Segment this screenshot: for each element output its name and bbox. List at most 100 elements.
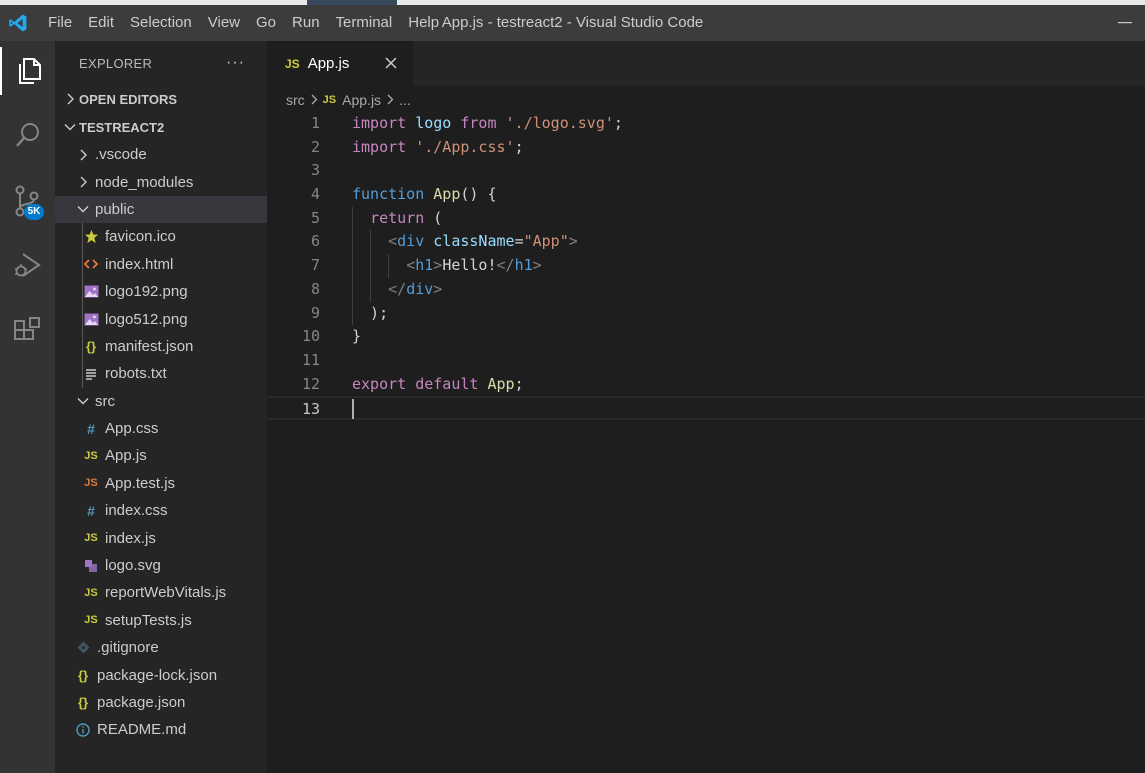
activity-search[interactable] — [0, 111, 55, 159]
info-icon — [73, 723, 93, 737]
explorer-title: EXPLORER — [79, 55, 153, 71]
activity-run-debug[interactable] — [0, 241, 55, 289]
more-actions-button[interactable]: ··· — [226, 54, 245, 72]
tree-file[interactable]: favicon.ico — [55, 223, 267, 250]
open-editors-label: OPEN EDITORS — [79, 91, 178, 107]
tree-file[interactable]: README.md — [55, 716, 267, 743]
open-editors-section[interactable]: OPEN EDITORS — [55, 85, 267, 113]
explorer-sidebar: EXPLORER ··· OPEN EDITORS TESTREACT2 .vs… — [55, 41, 267, 773]
tree-folder[interactable]: node_modules — [55, 168, 267, 195]
image-icon — [81, 313, 101, 326]
tab-label: App.js — [307, 55, 350, 72]
code-line[interactable]: 5 return ( — [267, 206, 1145, 231]
chevron-right-icon — [73, 149, 93, 161]
tree-folder[interactable]: public — [55, 195, 267, 224]
breadcrumb-folder[interactable]: src — [286, 92, 305, 108]
tab-close-button[interactable] — [381, 53, 401, 73]
menu-file[interactable]: File — [40, 5, 80, 41]
menu-view[interactable]: View — [200, 5, 248, 41]
tree-file[interactable]: robots.txt — [55, 360, 267, 387]
code-line[interactable]: 11 — [267, 349, 1145, 373]
html-icon — [81, 258, 101, 270]
line-number: 13 — [301, 400, 320, 419]
code-line[interactable]: 2 import './App.css'; — [267, 136, 1145, 160]
chevron-right-icon — [73, 176, 93, 188]
tree-item-label: App.test.js — [105, 474, 176, 492]
tree-file[interactable]: JS reportWebVitals.js — [55, 579, 267, 606]
tree-file[interactable]: index.html — [55, 251, 267, 278]
star-icon — [81, 229, 101, 244]
activity-extensions[interactable] — [0, 307, 55, 355]
code-line[interactable]: 9 ); — [267, 301, 1145, 326]
menu-run[interactable]: Run — [284, 5, 328, 41]
indent-guide — [352, 206, 353, 231]
close-icon — [385, 57, 397, 69]
code-token: logo — [415, 114, 452, 132]
tree-file[interactable]: JS setupTests.js — [55, 607, 267, 634]
code-line[interactable]: 13 — [267, 396, 1145, 420]
code-line[interactable]: 8 </div> — [267, 277, 1145, 302]
code-token: > — [532, 256, 542, 275]
editor-tab-app-js[interactable]: JS App.js — [267, 41, 413, 86]
line-number: 7 — [310, 256, 320, 275]
tree-item-label: logo.svg — [105, 557, 161, 575]
tree-file[interactable]: logo192.png — [55, 278, 267, 305]
code-token: } — [352, 327, 362, 346]
code-line[interactable]: 1 import logo from './logo.svg'; — [267, 112, 1145, 136]
project-section[interactable]: TESTREACT2 — [55, 113, 267, 141]
menu-terminal[interactable]: Terminal — [328, 5, 401, 41]
code-token: h1 — [415, 256, 434, 275]
menu-selection[interactable]: Selection — [122, 5, 200, 41]
tree-item-label: .gitignore — [97, 639, 159, 657]
minimize-button[interactable] — [1113, 5, 1137, 41]
code-line[interactable]: 3 — [267, 159, 1145, 183]
code-line[interactable]: 12 export default App; — [267, 373, 1145, 397]
code-line[interactable]: 10} — [267, 325, 1145, 349]
tree-folder[interactable]: src — [55, 388, 267, 415]
code-token: ; — [514, 374, 524, 393]
menu-go[interactable]: Go — [248, 5, 284, 41]
code-line[interactable]: 7 <h1>Hello!</h1> — [267, 254, 1145, 278]
tree-file[interactable]: JS App.test.js — [55, 470, 267, 497]
menu-help[interactable]: Help — [400, 5, 447, 41]
code-token: App — [487, 374, 515, 393]
js-icon: JS — [84, 449, 98, 462]
activity-explorer[interactable] — [0, 47, 55, 95]
code-line[interactable]: 6 <div className="App"> — [267, 230, 1145, 255]
breadcrumb: src JS App.js ... — [267, 86, 1145, 114]
title-bar: File Edit Selection View Go Run Terminal… — [0, 5, 1145, 41]
code-line[interactable]: 4 function App() { — [267, 183, 1145, 207]
tree-file[interactable]: logo512.png — [55, 305, 267, 332]
tree-file[interactable]: {} manifest.json — [55, 333, 267, 360]
tree-file[interactable]: .gitignore — [55, 634, 267, 661]
tree-file[interactable]: # index.css — [55, 497, 267, 524]
code-token: default — [415, 374, 479, 393]
tree-file[interactable]: JS App.js — [55, 442, 267, 469]
code-token: "App" — [523, 232, 569, 251]
code-token: > — [568, 232, 578, 251]
json-icon: {} — [77, 667, 89, 683]
project-label: TESTREACT2 — [79, 119, 165, 135]
breadcrumb-symbols[interactable]: ... — [399, 92, 411, 108]
breadcrumb-file[interactable]: App.js — [342, 92, 381, 108]
tree-item-label: manifest.json — [105, 337, 194, 355]
search-icon — [15, 123, 39, 147]
tree-item-label: setupTests.js — [105, 611, 192, 629]
tree-item-label: .vscode — [95, 146, 147, 164]
code-text: <div className="App"> — [352, 230, 578, 254]
code-token: import — [352, 137, 407, 156]
code-token: className — [433, 232, 515, 251]
tree-item-label: logo192.png — [105, 283, 188, 301]
code-text: function App() { — [352, 183, 497, 207]
activity-source-control[interactable]: 5K — [0, 177, 55, 225]
menu-edit[interactable]: Edit — [80, 5, 122, 41]
js-file-icon: JS — [285, 56, 300, 71]
tree-file[interactable]: logo.svg — [55, 552, 267, 579]
tree-file[interactable]: # App.css — [55, 415, 267, 442]
tree-file[interactable]: JS index.js — [55, 524, 267, 551]
code-editor[interactable]: 1 import logo from './logo.svg'; 2 import '… — [267, 112, 1145, 420]
tree-folder[interactable]: .vscode — [55, 141, 267, 168]
tree-file[interactable]: {} package-lock.json — [55, 661, 267, 688]
editor-tab-bar: JS App.js — [267, 41, 1145, 86]
tree-file[interactable]: {} package.json — [55, 689, 267, 716]
